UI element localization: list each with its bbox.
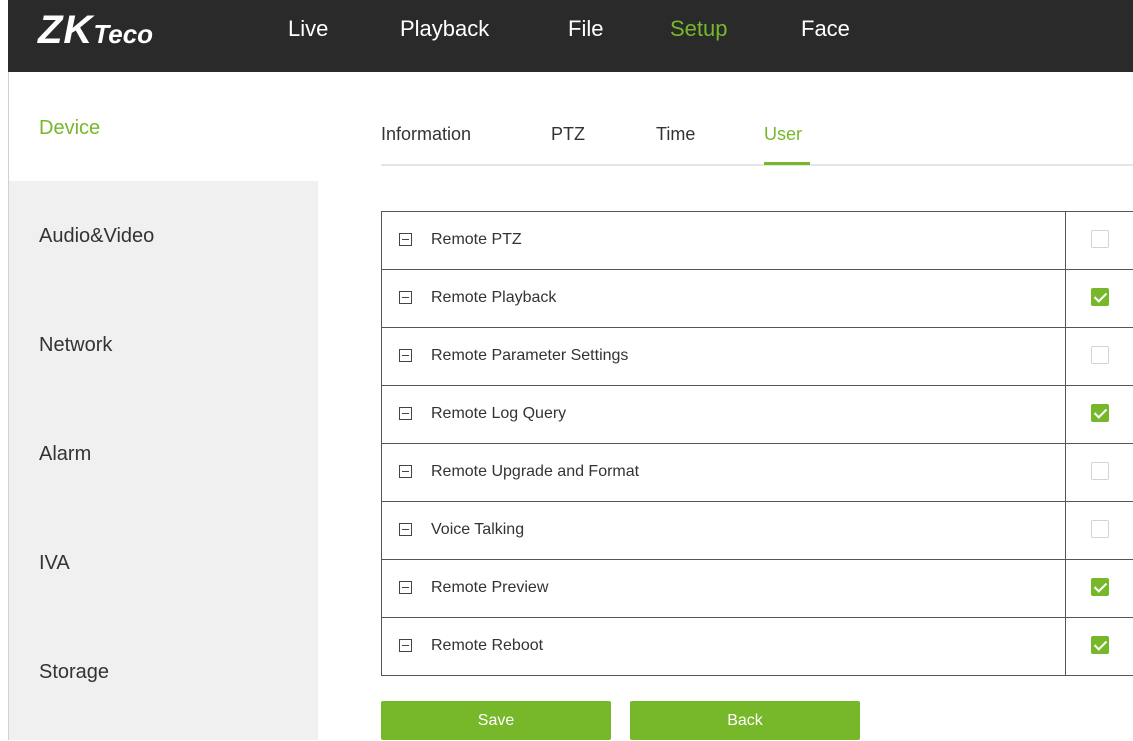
permission-label: Remote Parameter Settings	[431, 347, 629, 364]
permission-name-cell: Remote PTZ	[382, 212, 1066, 269]
nav-face[interactable]: Face	[801, 16, 850, 42]
sidebar-item-network[interactable]: Network	[9, 290, 318, 399]
collapse-icon[interactable]	[399, 465, 412, 478]
table-row: Remote Log Query	[382, 386, 1133, 444]
settings-sidebar: Device Audio&Video Network Alarm IVA Sto…	[9, 72, 318, 740]
table-row: Remote Parameter Settings	[382, 328, 1133, 386]
permission-label: Remote Playback	[431, 289, 557, 306]
collapse-icon[interactable]	[399, 639, 412, 652]
permission-checkbox[interactable]	[1091, 288, 1109, 306]
back-button[interactable]: Back	[630, 701, 860, 740]
logo-teco-text: Teco	[93, 19, 154, 49]
table-row: Voice Talking	[382, 502, 1133, 560]
sidebar-item-device[interactable]: Device	[9, 72, 318, 181]
nav-file[interactable]: File	[568, 16, 603, 42]
tab-ptz[interactable]: PTZ	[551, 124, 585, 145]
table-row: Remote PTZ	[382, 212, 1133, 270]
permission-name-cell: Remote Log Query	[382, 386, 1066, 443]
collapse-icon[interactable]	[399, 291, 412, 304]
permission-label: Remote PTZ	[431, 231, 522, 248]
collapse-icon[interactable]	[399, 233, 412, 246]
collapse-icon[interactable]	[399, 581, 412, 594]
sidebar-item-label: Storage	[39, 661, 110, 683]
permission-checkbox[interactable]	[1091, 462, 1109, 480]
nav-setup[interactable]: Setup	[670, 16, 728, 42]
tab-time[interactable]: Time	[656, 124, 695, 145]
permission-label: Voice Talking	[431, 521, 525, 538]
device-tabs: Information PTZ Time User	[381, 118, 1133, 166]
permission-label: Remote Preview	[431, 579, 549, 596]
nav-playback[interactable]: Playback	[400, 16, 489, 42]
permission-name-cell: Remote Playback	[382, 270, 1066, 327]
permission-checkbox[interactable]	[1091, 230, 1109, 248]
tab-user[interactable]: User	[764, 124, 802, 145]
sidebar-item-audio-video[interactable]: Audio&Video	[9, 181, 318, 290]
table-row: Remote Upgrade and Format	[382, 444, 1133, 502]
table-row: Remote Preview	[382, 560, 1133, 618]
sidebar-item-alarm[interactable]: Alarm	[9, 399, 318, 508]
sidebar-item-label: Audio&Video	[39, 225, 155, 247]
permission-name-cell: Remote Parameter Settings	[382, 328, 1066, 385]
table-row: Remote Reboot	[382, 618, 1133, 676]
permission-name-cell: Remote Preview	[382, 560, 1066, 617]
permission-name-cell: Voice Talking	[382, 502, 1066, 559]
sidebar-item-label: Device	[39, 117, 101, 139]
sidebar-item-label: Network	[39, 334, 113, 356]
permission-checkbox[interactable]	[1091, 578, 1109, 596]
permission-checkbox[interactable]	[1091, 346, 1109, 364]
permission-checkbox[interactable]	[1091, 404, 1109, 422]
permission-label: Remote Upgrade and Format	[431, 463, 640, 480]
permission-label: Remote Reboot	[431, 637, 544, 654]
permission-label: Remote Log Query	[431, 405, 567, 422]
collapse-icon[interactable]	[399, 407, 412, 420]
collapse-icon[interactable]	[399, 523, 412, 536]
tab-information[interactable]: Information	[381, 124, 471, 145]
logo-zk-text: ZK	[38, 8, 94, 52]
sidebar-item-storage[interactable]: Storage	[9, 617, 318, 726]
save-button[interactable]: Save	[381, 701, 611, 740]
top-navigation-bar: ZKTeco Live Playback File Setup Face	[8, 0, 1133, 72]
sidebar-item-iva[interactable]: IVA	[9, 508, 318, 617]
user-permissions-table: Remote PTZ Remote Playback Remote Parame…	[381, 211, 1133, 676]
permission-checkbox[interactable]	[1091, 636, 1109, 654]
sidebar-item-label: Alarm	[39, 443, 92, 465]
nav-live[interactable]: Live	[288, 16, 328, 42]
active-tab-indicator	[764, 162, 810, 165]
zkteco-logo: ZKTeco	[38, 8, 153, 52]
sidebar-item-label: IVA	[39, 552, 70, 574]
permission-name-cell: Remote Upgrade and Format	[382, 444, 1066, 501]
permission-name-cell: Remote Reboot	[382, 618, 1066, 675]
collapse-icon[interactable]	[399, 349, 412, 362]
permission-checkbox[interactable]	[1091, 520, 1109, 538]
table-row: Remote Playback	[382, 270, 1133, 328]
